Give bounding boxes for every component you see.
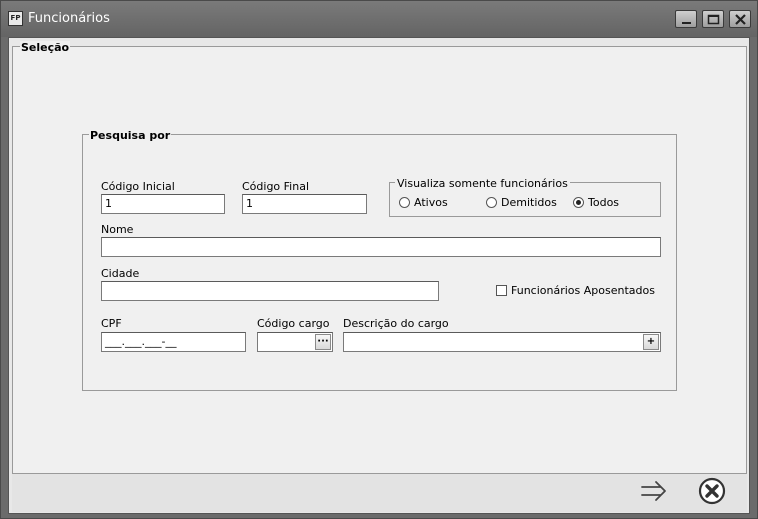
minimize-button[interactable] [675,10,697,28]
maximize-button[interactable] [702,10,724,28]
radio-demitidos[interactable] [486,197,497,208]
cancel-button[interactable] [697,476,727,506]
maximize-icon [707,14,720,25]
codigo-final-label: Código Final [242,180,310,193]
footer-bar [12,474,747,512]
radio-todos-label[interactable]: Todos [588,196,619,209]
aposentados-label[interactable]: Funcionários Aposentados [511,284,655,297]
close-icon [735,14,746,25]
cancel-x-icon [698,477,726,505]
confirm-button[interactable] [639,476,669,506]
descricao-cargo-add-button[interactable]: + [643,334,659,350]
client-area: Seleção Pesquisa por Código Inicial 1 Có… [8,37,750,514]
codigo-cargo-label: Código cargo [257,317,330,330]
descricao-cargo-label: Descrição do cargo [343,317,449,330]
aposentados-checkbox[interactable] [496,285,507,296]
codigo-cargo-lookup-button[interactable]: ··· [315,334,331,350]
nome-input[interactable] [101,237,661,257]
next-arrow-icon [641,481,666,501]
cidade-label: Cidade [101,267,140,280]
pesquisa-group: Pesquisa por Código Inicial 1 Código Fin… [82,129,677,391]
descricao-cargo-input[interactable] [343,332,661,352]
app-icon: FP [8,11,23,26]
cidade-input[interactable] [101,281,439,301]
window-title: Funcionários [28,11,110,26]
radio-ativos[interactable] [399,197,410,208]
codigo-inicial-input[interactable]: 1 [101,194,225,214]
title-bar[interactable]: FP Funcionários [1,1,757,37]
radio-demitidos-label[interactable]: Demitidos [501,196,557,209]
nome-label: Nome [101,223,134,236]
window: FP Funcionários Seleção Pesquisa por Cód… [0,0,758,519]
close-button[interactable] [729,10,751,28]
radio-ativos-label[interactable]: Ativos [414,196,448,209]
minimize-icon [682,22,691,24]
visualiza-title: Visualiza somente funcionários [395,177,570,190]
pesquisa-label: Pesquisa por [89,129,172,142]
cpf-label: CPF [101,317,122,330]
codigo-final-input[interactable]: 1 [242,194,367,214]
selecao-label: Seleção [20,41,71,54]
radio-todos[interactable] [573,197,584,208]
codigo-inicial-label: Código Inicial [101,180,175,193]
cpf-input[interactable]: ___.___.___-__ [101,332,246,352]
